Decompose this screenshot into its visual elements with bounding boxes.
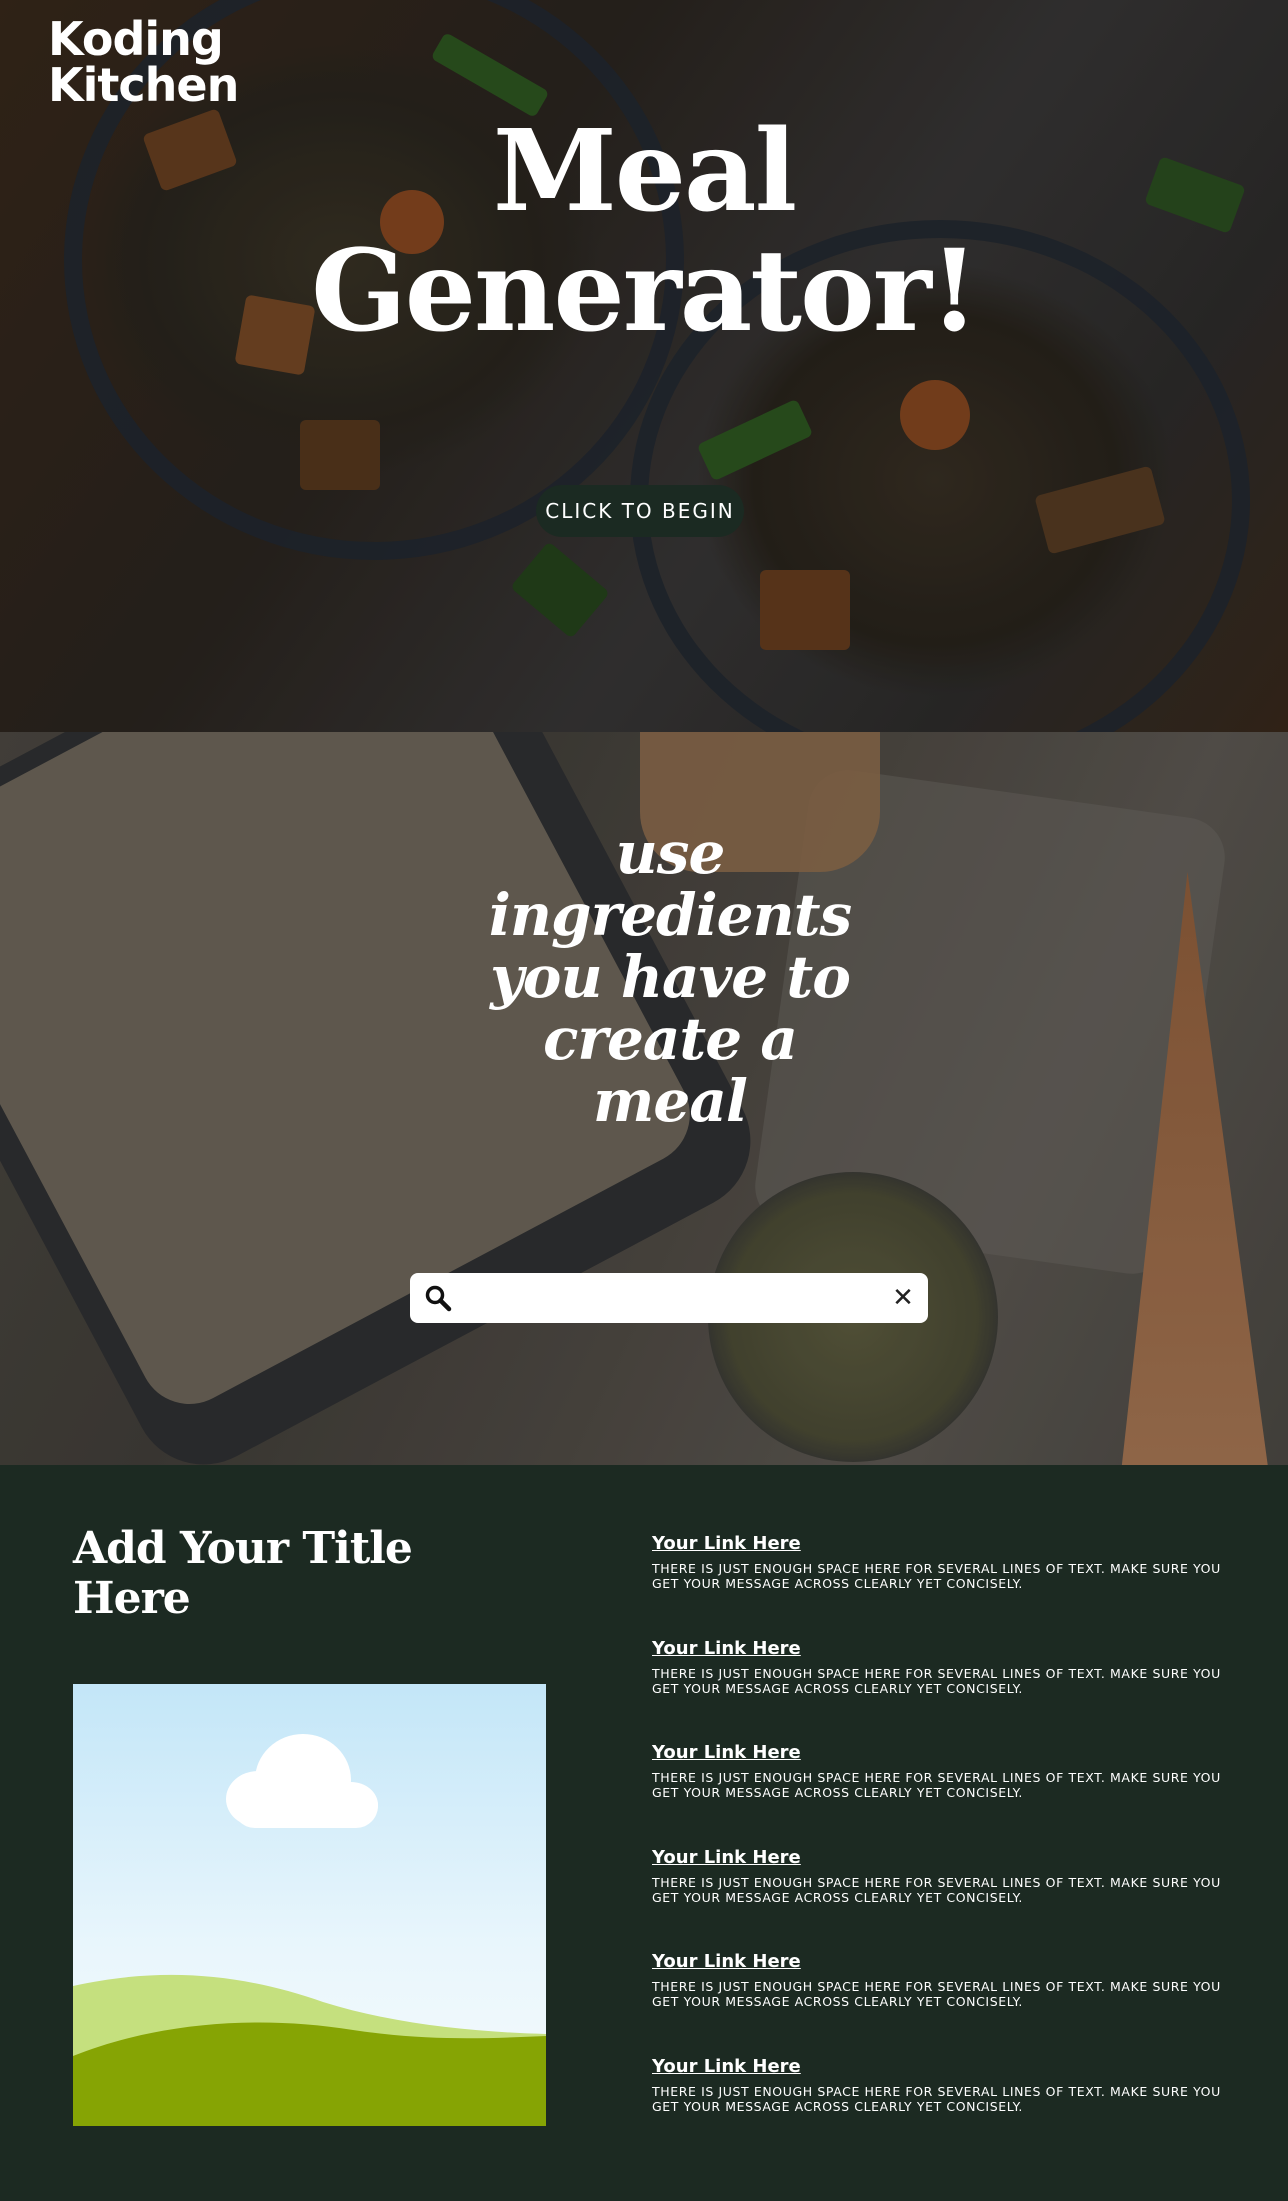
hero-title-line-2: Generator! (311, 226, 979, 357)
footer-link-description: There is just enough space here for seve… (652, 1979, 1221, 2010)
footer-link-item: Your Link Here There is just enough spac… (652, 2056, 1252, 2161)
footer-link-description: There is just enough space here for seve… (652, 1665, 1221, 1696)
footer-link-description: There is just enough space here for seve… (652, 2083, 1221, 2114)
footer-link-item: Your Link Here There is just enough spac… (652, 1847, 1252, 1952)
footer-links: Your Link Here There is just enough spac… (652, 1533, 1252, 2161)
footer-link-description: There is just enough space here for seve… (652, 1561, 1221, 1591)
footer-link-item: Your Link Here There is just enough spac… (652, 1638, 1252, 1743)
search-icon[interactable] (424, 1284, 452, 1312)
hero-section: Koding Kitchen Meal Generator! CLICK TO … (0, 0, 1288, 732)
click-to-begin-button[interactable]: CLICK TO BEGIN (536, 485, 744, 537)
brand-line-1: Koding (48, 12, 224, 66)
footer-link-description: There is just enough space here for seve… (652, 1874, 1221, 1905)
footer-link[interactable]: Your Link Here (652, 1742, 801, 1764)
close-icon[interactable]: ✕ (888, 1282, 918, 1314)
cloud-icon (226, 1734, 378, 1828)
footer-link-item: Your Link Here There is just enough spac… (652, 1742, 1252, 1847)
footer-link[interactable]: Your Link Here (652, 1951, 801, 1973)
brand-logo[interactable]: Koding Kitchen (48, 12, 239, 112)
footer-link-description: There is just enough space here for seve… (652, 1770, 1221, 1801)
footer-link-item: Your Link Here There is just enough spac… (652, 1533, 1252, 1638)
footer-link[interactable]: Your Link Here (652, 1533, 801, 1555)
hero-title-line-1: Meal (492, 106, 797, 237)
footer-title: Add Your Title Here (73, 1523, 413, 1624)
footer-link-item: Your Link Here There is just enough spac… (652, 1951, 1252, 2056)
footer-link[interactable]: Your Link Here (652, 1847, 801, 1869)
ingredient-search-input[interactable] (464, 1281, 864, 1315)
footer-link[interactable]: Your Link Here (652, 1638, 801, 1660)
image-placeholder-icon (73, 1684, 546, 2126)
footer-link[interactable]: Your Link Here (652, 2056, 801, 2078)
brand-line-2: Kitchen (48, 58, 239, 112)
ingredient-search-bar[interactable]: ✕ (410, 1273, 928, 1323)
ingredients-tagline: use ingredients you have to create a mea… (488, 819, 852, 1135)
